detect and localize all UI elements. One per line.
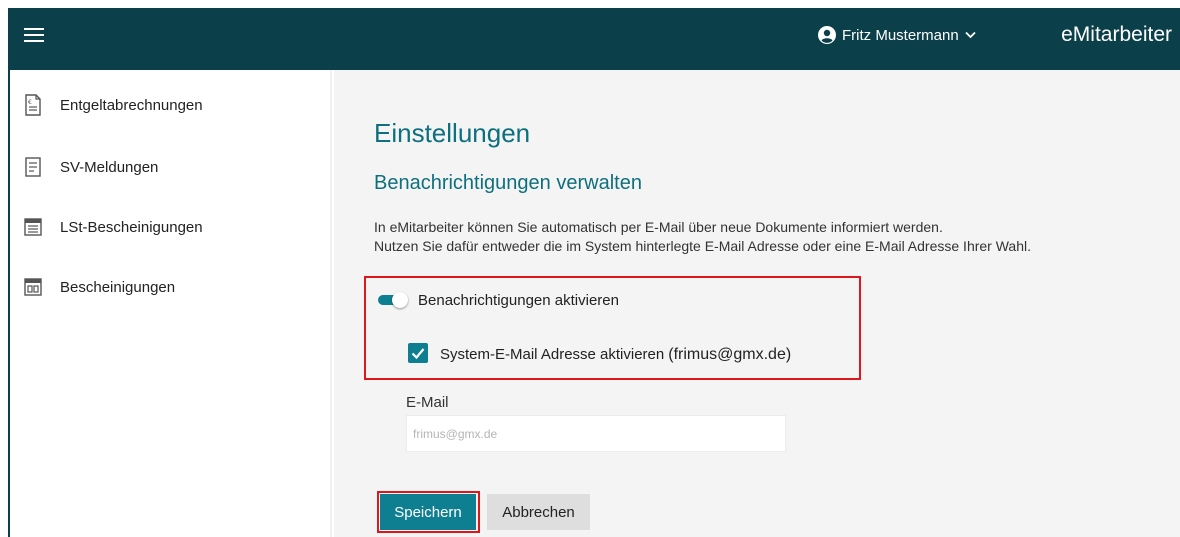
email-input[interactable] bbox=[406, 415, 786, 452]
sidebar-item-sv-meldungen[interactable]: SV-Meldungen bbox=[24, 155, 158, 179]
sidebar-item-entgeltabrechnungen[interactable]: € Entgeltabrechnungen bbox=[24, 93, 203, 117]
toggle-knob bbox=[392, 292, 408, 308]
sidebar-item-label: Bescheinigungen bbox=[60, 278, 176, 296]
sidebar-item-label: LSt-Bescheinigungen bbox=[60, 218, 203, 236]
top-bar: Fritz Mustermann eMitarbeiter bbox=[10, 8, 1180, 70]
system-email-checkbox-label: System-E-Mail Adresse aktivieren (frimus@… bbox=[440, 346, 791, 364]
page-title: Einstellungen bbox=[374, 118, 531, 148]
document-list-icon bbox=[25, 157, 41, 177]
system-email-checkbox[interactable] bbox=[408, 343, 428, 363]
sidebar-item-label: Entgeltabrechnungen bbox=[60, 96, 203, 114]
app-frame: Fritz Mustermann eMitarbeiter € Entgelta… bbox=[8, 8, 1180, 537]
save-button[interactable]: Speichern bbox=[380, 494, 476, 530]
table-document-icon bbox=[24, 218, 42, 236]
payslip-icon: € bbox=[25, 94, 41, 116]
sidebar-item-label: SV-Meldungen bbox=[60, 158, 159, 176]
description-line: Nutzen Sie dafür entweder die im System … bbox=[374, 238, 1032, 254]
main-content: Einstellungen Benachrichtigungen verwalt… bbox=[334, 70, 1180, 537]
notifications-toggle-label: Benachrichtigungen aktivieren bbox=[418, 292, 619, 309]
cancel-button[interactable]: Abbrechen bbox=[487, 494, 590, 530]
user-menu[interactable]: Fritz Mustermann bbox=[818, 26, 982, 44]
email-label: E-Mail bbox=[406, 394, 449, 411]
description: In eMitarbeiter können Sie automatisch p… bbox=[374, 218, 1031, 256]
svg-text:€: € bbox=[28, 99, 32, 106]
checkbox-label-text: System-E-Mail Adresse aktivieren bbox=[440, 346, 665, 363]
user-name: Fritz Mustermann bbox=[842, 26, 959, 44]
chevron-down-icon bbox=[965, 31, 976, 39]
sidebar-item-bescheinigungen[interactable]: Bescheinigungen bbox=[24, 275, 175, 299]
description-line: In eMitarbeiter können Sie automatisch p… bbox=[374, 219, 943, 235]
notifications-toggle[interactable] bbox=[376, 291, 412, 309]
user-circle-icon bbox=[818, 26, 836, 44]
checkmark-icon bbox=[411, 348, 425, 360]
sidebar-item-lst-bescheinigungen[interactable]: LSt-Bescheinigungen bbox=[24, 215, 203, 239]
sidebar: € Entgeltabrechnungen SV-Meldungen LSt-B… bbox=[10, 70, 332, 537]
brand-name: eMitarbeiter bbox=[1061, 23, 1172, 46]
section-title: Benachrichtigungen verwalten bbox=[374, 172, 642, 194]
system-email-address: (frimus@gmx.de) bbox=[668, 346, 792, 363]
certificate-icon bbox=[24, 278, 42, 296]
hamburger-icon[interactable] bbox=[24, 28, 44, 44]
